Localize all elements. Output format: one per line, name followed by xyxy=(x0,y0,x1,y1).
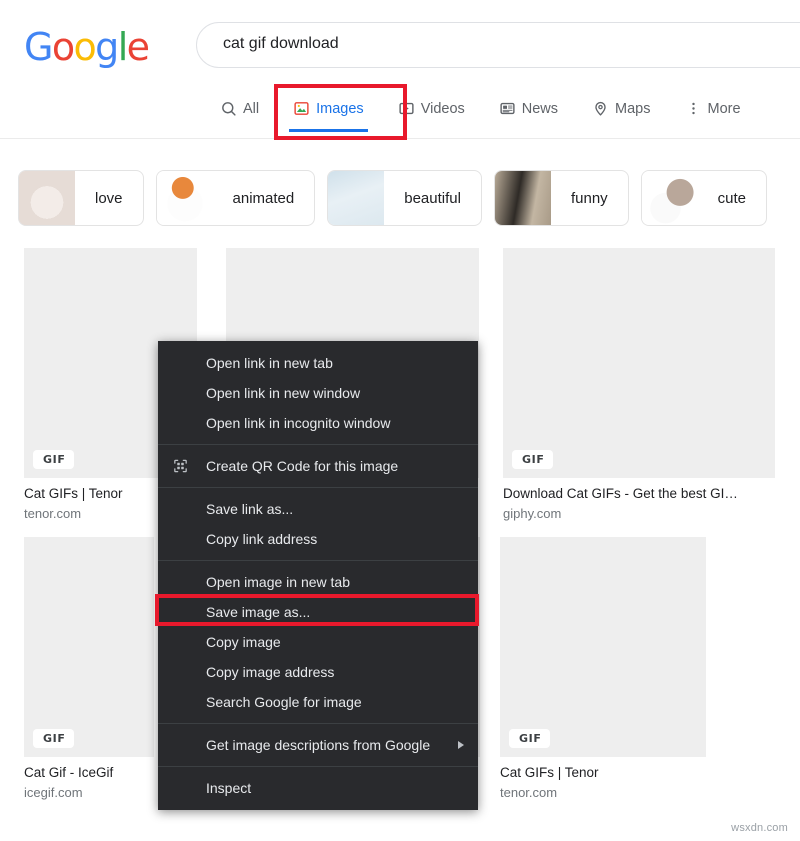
nav-tab-news[interactable]: News xyxy=(493,96,572,121)
google-logo-letter-1: o xyxy=(51,25,75,69)
nav-tab-label: Images xyxy=(316,100,364,117)
nav-tab-more[interactable]: More xyxy=(679,96,755,121)
search-nav-tabs: All Images Videos News Maps More xyxy=(0,96,800,138)
result-thumbnail[interactable]: GIF xyxy=(503,248,775,478)
menu-item-search-google-for-image[interactable]: Search Google for image xyxy=(158,687,478,717)
filter-chip-label: beautiful xyxy=(404,189,461,207)
menu-item-copy-image-address[interactable]: Copy image address xyxy=(158,657,478,687)
menu-item-copy-image[interactable]: Copy image xyxy=(158,627,478,657)
menu-item-label: Save link as... xyxy=(206,501,294,517)
menu-separator xyxy=(158,560,478,561)
menu-item-copy-link-address[interactable]: Copy link address xyxy=(158,524,478,554)
google-logo-letter-0: G xyxy=(24,25,53,69)
filter-chip-label: cute xyxy=(717,189,747,207)
result-thumbnail[interactable]: GIF xyxy=(500,537,706,757)
menu-item-open-image-in-new-tab[interactable]: Open image in new tab xyxy=(158,567,478,597)
menu-item-label: Open link in new tab xyxy=(206,355,333,371)
nav-tab-maps[interactable]: Maps xyxy=(586,96,664,121)
result-title[interactable]: Download Cat GIFs - Get the best GI… xyxy=(503,486,775,501)
result-title[interactable]: Cat Gif - IceGif xyxy=(24,765,154,780)
menu-item-open-link-in-new-tab[interactable]: Open link in new tab xyxy=(158,348,478,378)
map-pin-icon xyxy=(592,100,609,117)
menu-separator xyxy=(158,723,478,724)
nav-tab-all[interactable]: All xyxy=(214,96,273,121)
menu-item-label: Save image as... xyxy=(206,604,311,620)
filter-chip-funny[interactable]: funny xyxy=(493,170,629,226)
menu-separator xyxy=(158,487,478,488)
gif-badge: GIF xyxy=(33,450,75,469)
result-thumbnail[interactable]: GIF xyxy=(24,537,154,757)
menu-item-label: Open image in new tab xyxy=(206,574,350,590)
menu-item-label: Copy image address xyxy=(206,664,335,680)
gif-badge: GIF xyxy=(509,729,551,748)
result-site: icegif.com xyxy=(24,785,83,800)
menu-item-label: Open link in incognito window xyxy=(206,415,391,431)
filter-chip-beautiful[interactable]: beautiful xyxy=(327,170,482,226)
search-icon xyxy=(220,100,237,117)
filter-chip-cute[interactable]: cute xyxy=(640,170,768,226)
menu-item-label: Get image descriptions from Google xyxy=(206,737,431,753)
google-logo-letter-2: o xyxy=(73,25,97,69)
news-icon xyxy=(499,100,516,117)
active-tab-underline xyxy=(289,129,368,132)
search-box[interactable]: cat gif download xyxy=(196,22,800,68)
menu-separator xyxy=(158,766,478,767)
filter-chip-thumbnail xyxy=(156,171,213,225)
menu-item-label: Create QR Code for this image xyxy=(206,458,399,474)
nav-tab-label: Videos xyxy=(420,100,465,117)
filter-chip-thumbnail xyxy=(494,171,551,225)
filter-chip-label: funny xyxy=(570,189,608,207)
search-input[interactable]: cat gif download xyxy=(223,35,339,53)
watermark: wsxdn.com xyxy=(731,822,788,834)
nav-tab-label: Maps xyxy=(615,100,651,117)
menu-item-label: Open link in new window xyxy=(206,385,361,401)
menu-separator xyxy=(158,444,478,445)
menu-item-save-image-as[interactable]: Save image as... xyxy=(158,597,478,627)
google-logo-letter-3: g xyxy=(95,25,119,69)
filter-chip-animated[interactable]: animated xyxy=(155,170,316,226)
filter-chip-row: love animated beautiful funny cute xyxy=(0,168,800,228)
result-site: giphy.com xyxy=(503,506,562,521)
page-header: Google cat gif download xyxy=(0,0,800,88)
menu-item-save-link-as[interactable]: Save link as... xyxy=(158,494,478,524)
menu-item-label: Copy link address xyxy=(206,531,318,547)
filter-chip-thumbnail xyxy=(328,171,385,225)
filter-chip-label: love xyxy=(95,189,123,207)
nav-tab-label: More xyxy=(707,100,741,117)
google-logo-letter-4: l xyxy=(117,25,129,69)
gif-badge: GIF xyxy=(512,450,554,469)
image-result-card[interactable]: GIF Cat Gif - IceGif icegif.com xyxy=(24,537,154,800)
more-vertical-icon xyxy=(685,100,702,117)
image-icon xyxy=(293,100,310,117)
gif-badge: GIF xyxy=(33,729,75,748)
qr-code-icon xyxy=(172,458,189,475)
menu-item-label: Copy image xyxy=(206,634,281,650)
google-images-search-page: Google cat gif download All Images Videos N… xyxy=(0,0,800,841)
nav-tab-videos[interactable]: Videos xyxy=(392,96,479,121)
nav-tab-label: News xyxy=(521,100,559,117)
menu-item-create-qr-code-for-this-image[interactable]: Create QR Code for this image xyxy=(158,451,478,481)
menu-item-open-link-in-incognito-window[interactable]: Open link in incognito window xyxy=(158,408,478,438)
nav-tab-images[interactable]: Images xyxy=(287,96,378,132)
filter-chip-label: animated xyxy=(232,189,295,207)
menu-item-get-image-descriptions-from-google[interactable]: Get image descriptions from Google xyxy=(158,730,478,760)
image-result-card[interactable]: GIF Download Cat GIFs - Get the best GI… g… xyxy=(503,248,775,521)
result-title[interactable]: Cat GIFs | Tenor xyxy=(500,765,706,780)
video-icon xyxy=(398,100,415,117)
nav-divider xyxy=(0,138,800,139)
image-result-card[interactable]: GIF Cat GIFs | Tenor tenor.com xyxy=(500,537,706,800)
google-logo-letter-5: e xyxy=(126,25,150,69)
menu-item-open-link-in-new-window[interactable]: Open link in new window xyxy=(158,378,478,408)
menu-item-label: Search Google for image xyxy=(206,694,362,710)
chevron-right-icon xyxy=(458,741,464,749)
filter-chip-thumbnail xyxy=(641,171,698,225)
menu-item-label: Inspect xyxy=(206,780,252,796)
menu-item-inspect[interactable]: Inspect xyxy=(158,773,478,803)
filter-chip-love[interactable]: love xyxy=(18,170,144,226)
nav-tab-label: All xyxy=(243,100,260,117)
filter-chip-thumbnail xyxy=(19,171,75,225)
browser-context-menu[interactable]: Open link in new tab Open link in new win… xyxy=(158,341,478,810)
google-logo[interactable]: Google xyxy=(24,25,150,69)
result-site: tenor.com xyxy=(500,785,558,800)
